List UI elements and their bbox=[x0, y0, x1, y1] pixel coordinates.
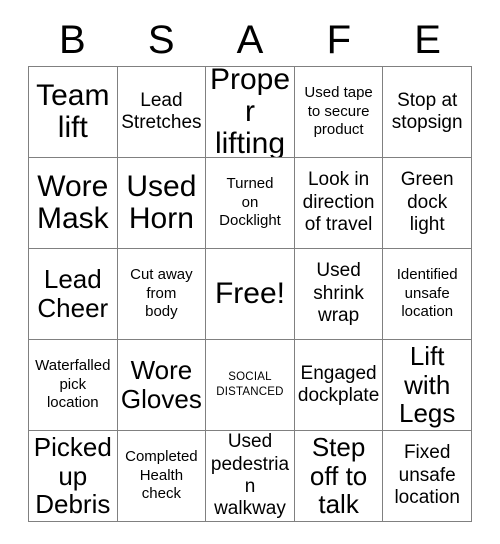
bingo-cell-label: Proper lifting bbox=[209, 67, 291, 158]
bingo-cell[interactable]: Used shrink wrap bbox=[294, 249, 384, 340]
bingo-cell-label: Step off to talk bbox=[309, 432, 368, 520]
bingo-cell[interactable]: Team lift bbox=[29, 67, 118, 158]
bingo-cell[interactable]: Turned on Docklight bbox=[206, 158, 295, 249]
bingo-grid: Team lift Lead Stretches Proper lifting Use… bbox=[28, 66, 472, 522]
bingo-cell-label: Lead Cheer bbox=[37, 264, 109, 323]
bingo-cell-label: Engaged dockplate bbox=[297, 362, 380, 406]
bingo-cell[interactable]: Lead Cheer bbox=[29, 249, 118, 340]
header-letter-3: F bbox=[326, 18, 351, 62]
bingo-cell[interactable]: SOCIAL DISTANCED bbox=[206, 340, 295, 431]
bingo-cell-label: Completed Health check bbox=[125, 447, 198, 503]
bingo-cell[interactable]: Wore Mask bbox=[29, 158, 118, 249]
bingo-cell[interactable]: Free! bbox=[206, 249, 295, 340]
bingo-cell-label: Team lift bbox=[36, 79, 110, 144]
bingo-card: B S A F E Team lift Lead Stretches Proper … bbox=[0, 0, 500, 544]
bingo-cell-label: Used shrink wrap bbox=[313, 260, 364, 327]
bingo-cell-label: Wore Mask bbox=[36, 170, 109, 235]
header-letter-1: S bbox=[147, 18, 175, 62]
bingo-cell[interactable]: Step off to talk bbox=[294, 431, 384, 522]
bingo-cell[interactable]: Cut away from body bbox=[117, 249, 207, 340]
bingo-cell-label: Waterfalled pick location bbox=[35, 356, 111, 412]
bingo-cell[interactable]: Look in direction of travel bbox=[294, 158, 384, 249]
bingo-cell-label: Fixed unsafe location bbox=[394, 442, 460, 509]
bingo-cell-label: Look in direction of travel bbox=[302, 169, 375, 236]
bingo-cell[interactable]: Proper lifting bbox=[206, 67, 295, 158]
bingo-cell-label: Identified unsafe location bbox=[396, 265, 458, 321]
bingo-cell[interactable]: Used pedestrian walkway bbox=[206, 431, 295, 522]
bingo-cell[interactable]: Waterfalled pick location bbox=[29, 340, 118, 431]
bingo-cell-label: Cut away from body bbox=[130, 265, 193, 321]
bingo-cell-label: Lead Stretches bbox=[121, 89, 202, 133]
bingo-cell[interactable]: Wore Gloves bbox=[117, 340, 207, 431]
bingo-cell[interactable]: Engaged dockplate bbox=[294, 340, 384, 431]
bingo-cell[interactable]: Picked up Debris bbox=[29, 431, 118, 522]
bingo-cell-label: Wore Gloves bbox=[120, 355, 202, 414]
bingo-cell-label: Picked up Debris bbox=[33, 432, 112, 520]
bingo-cell-label: Green dock light bbox=[400, 169, 454, 236]
bingo-cell[interactable]: Lead Stretches bbox=[117, 67, 207, 158]
header-letter-4: E bbox=[414, 18, 441, 62]
header-letter-0: B bbox=[59, 18, 86, 62]
bingo-cell-label: Lift with Legs bbox=[398, 341, 456, 429]
bingo-cell[interactable]: Used Horn bbox=[117, 158, 207, 249]
bingo-cell[interactable]: Fixed unsafe location bbox=[383, 431, 472, 522]
bingo-cell[interactable]: Green dock light bbox=[383, 158, 472, 249]
bingo-cell[interactable]: Stop at stopsign bbox=[383, 67, 472, 158]
bingo-cell-label: Used tape to secure product bbox=[304, 83, 373, 139]
bingo-cell-label: Used Horn bbox=[126, 170, 197, 235]
bingo-cell-label: Turned on Docklight bbox=[219, 174, 281, 230]
bingo-cell-label: SOCIAL DISTANCED bbox=[216, 371, 284, 398]
bingo-cell-label: Stop at stopsign bbox=[391, 89, 463, 133]
bingo-cell-label: Free! bbox=[214, 277, 285, 311]
bingo-cell[interactable]: Identified unsafe location bbox=[383, 249, 472, 340]
bingo-header-letters: B S A F E bbox=[28, 14, 472, 66]
header-letter-2: A bbox=[236, 18, 264, 62]
bingo-cell-label: Used pedestrian walkway bbox=[210, 431, 290, 520]
bingo-cell[interactable]: Lift with Legs bbox=[383, 340, 472, 431]
bingo-cell[interactable]: Completed Health check bbox=[117, 431, 207, 522]
bingo-cell[interactable]: Used tape to secure product bbox=[294, 67, 384, 158]
